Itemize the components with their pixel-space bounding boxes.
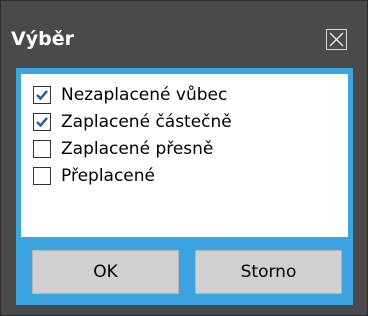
checkmark-icon xyxy=(36,90,48,101)
close-icon xyxy=(329,32,344,47)
option-label: Zaplacené přesně xyxy=(61,139,214,159)
option-unpaid[interactable]: Nezaplacené vůbec xyxy=(33,82,227,108)
cancel-button[interactable]: Storno xyxy=(195,250,342,294)
ok-button[interactable]: OK xyxy=(32,250,179,294)
checkbox-partially-paid[interactable] xyxy=(33,113,51,131)
option-overpaid[interactable]: Přeplacené xyxy=(33,163,155,189)
option-paid-exactly[interactable]: Zaplacené přesně xyxy=(33,136,213,162)
checkmark-icon xyxy=(36,117,48,128)
dialog-title: Výběr xyxy=(11,28,74,50)
checkbox-paid-exactly[interactable] xyxy=(33,140,51,158)
option-label: Přeplacené xyxy=(61,166,155,186)
checkbox-unpaid[interactable] xyxy=(33,86,51,104)
option-label: Zaplacené částečně xyxy=(61,112,232,132)
checkbox-overpaid[interactable] xyxy=(33,167,51,185)
selection-dialog: Výběr Nezaplacené vůbec Zaplacené částeč… xyxy=(0,0,368,316)
options-list: Nezaplacené vůbec Zaplacené částečně Zap… xyxy=(21,74,348,237)
option-partially-paid[interactable]: Zaplacené částečně xyxy=(33,109,232,135)
option-label: Nezaplacené vůbec xyxy=(61,85,228,105)
title-bar[interactable]: Výběr xyxy=(1,1,367,67)
close-button[interactable] xyxy=(326,29,347,50)
